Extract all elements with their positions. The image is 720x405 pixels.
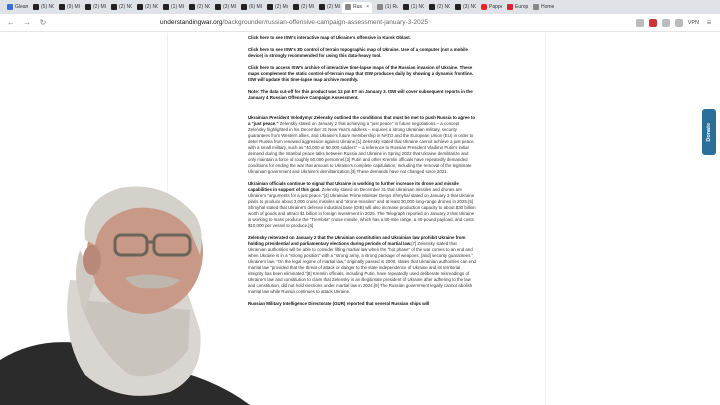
tab-favicon-icon <box>33 4 39 10</box>
tab-label: (2) MU <box>93 4 106 10</box>
paragraph-text: [7] Zelensky stated that Ukrainian autho… <box>248 241 476 294</box>
vpn-button[interactable]: VPN <box>688 20 699 26</box>
browser-tab[interactable]: (2) MU <box>290 2 314 13</box>
tab-label: (3) NO <box>463 4 476 10</box>
tab-label: (2) Mc <box>275 4 288 10</box>
tab-label: (2) MU <box>327 4 340 10</box>
tab-favicon-icon <box>267 4 273 10</box>
menu-icon[interactable]: ≡ <box>704 18 714 27</box>
tab-label: (1) MU <box>171 4 184 10</box>
tab-favicon-icon <box>455 4 461 10</box>
tab-label: (3) MU <box>223 4 236 10</box>
article-body: Click here to see ISW's interactive map … <box>248 33 476 313</box>
tab-label: Pappe <box>489 4 502 10</box>
tab-label: (1) Ru <box>385 4 398 10</box>
browser-tab[interactable]: (2) NO <box>426 2 450 13</box>
extension-icon[interactable] <box>635 18 644 27</box>
browser-tab[interactable]: (2) MU <box>316 2 340 13</box>
tab-label: (9) MI <box>67 4 80 10</box>
link-kursk-map[interactable]: Click here to see ISW's interactive map … <box>248 35 411 40</box>
tab-label: (1) NO <box>411 4 424 10</box>
back-icon[interactable]: ← <box>6 18 16 27</box>
tab-favicon-icon <box>481 4 487 10</box>
tab-favicon-icon <box>293 4 299 10</box>
link-3d-map[interactable]: Click here to see ISW's 3D control of te… <box>248 47 468 58</box>
browser-tab[interactable]: (2) Mc <box>264 2 288 13</box>
paragraph-text: Zelensky stated on December 31 that Ukra… <box>248 187 476 228</box>
tab-label: (5) NO <box>41 4 54 10</box>
tab-favicon-icon <box>85 4 91 10</box>
browser-tab[interactable]: (2) NO <box>134 2 158 13</box>
browser-tab[interactable]: (2) NO <box>108 2 132 13</box>
donate-label: Donate <box>706 122 712 142</box>
tab-label: Home <box>541 4 554 10</box>
tab-label: Europ <box>515 4 528 10</box>
donate-button[interactable]: Donate <box>702 109 716 155</box>
tab-favicon-icon <box>137 4 143 10</box>
browser-tab[interactable]: (5) NO <box>30 2 54 13</box>
tab-favicon-icon <box>377 4 383 10</box>
tab-favicon-icon <box>163 4 169 10</box>
address-bar[interactable]: understandingwar.org/backgrounder/russia… <box>160 19 428 26</box>
browser-tab[interactable]: Rus × <box>342 1 372 13</box>
tab-label: (2) NO <box>119 4 132 10</box>
browser-toolbar: ← → ↻ understandingwar.org/backgrounder/… <box>0 14 720 32</box>
browser-tab[interactable]: (1) Ru <box>374 2 398 13</box>
tab-label: (6) MU <box>249 4 262 10</box>
tab-favicon-icon <box>215 4 221 10</box>
presenter-figure <box>0 186 250 405</box>
divider <box>545 33 546 405</box>
data-cutoff-note: Note: The data cut-off for this product … <box>248 89 473 100</box>
browser-tab[interactable]: Europ <box>504 2 528 13</box>
browser-tab[interactable]: (9) MI <box>56 2 80 13</box>
browser-tab[interactable]: Gleam <box>4 2 28 13</box>
browser-tab[interactable]: (6) MU <box>238 2 262 13</box>
link-timelapse-archive[interactable]: Click here to access ISW's archive of in… <box>248 65 473 82</box>
tab-label: (2) NO <box>437 4 450 10</box>
tab-favicon-icon <box>533 4 539 10</box>
browser-tab-strip: Gleam (5) NO (9) MI (2) MU (2) NO (2) NO (1) M… <box>0 0 720 14</box>
browser-tab[interactable]: (1) MU <box>160 2 184 13</box>
tab-close-icon[interactable]: × <box>366 4 369 10</box>
paragraph: Ukrainian officials continue to signal t… <box>248 181 476 229</box>
browser-tab[interactable]: (2) NO <box>186 2 210 13</box>
tab-label: Gleam <box>15 4 28 10</box>
tab-favicon-icon <box>507 4 513 10</box>
browser-tab[interactable]: Home <box>530 2 554 13</box>
tab-favicon-icon <box>189 4 195 10</box>
tab-favicon-icon <box>429 4 435 10</box>
toolbar-actions: VPN ≡ <box>635 18 714 27</box>
sidebar-icon[interactable] <box>661 18 670 27</box>
tab-favicon-icon <box>345 4 351 10</box>
tab-favicon-icon <box>111 4 117 10</box>
browser-tab[interactable]: (1) NO <box>400 2 424 13</box>
reload-icon[interactable]: ↻ <box>38 18 48 27</box>
shield-icon[interactable] <box>648 18 657 27</box>
tab-favicon-icon <box>7 4 13 10</box>
paragraph: Russian Military Intelligence Directorat… <box>248 301 476 307</box>
tab-favicon-icon <box>59 4 65 10</box>
paragraph-text: Zelensky stated on January 2 that achiev… <box>248 121 474 174</box>
browser-tab[interactable]: Pappe <box>478 2 502 13</box>
tab-favicon-icon <box>241 4 247 10</box>
browser-tab[interactable]: (2) MU <box>82 2 106 13</box>
browser-tab[interactable]: (3) NO <box>452 2 476 13</box>
webcam-overlay <box>0 160 280 405</box>
tab-favicon-icon <box>319 4 325 10</box>
paragraph: Zelensky reiterated on January 2 that th… <box>248 235 476 295</box>
browser-tab[interactable]: (3) MU <box>212 2 236 13</box>
url-path: /backgrounder/russian-offensive-campaign… <box>222 19 428 26</box>
url-host: understandingwar.org <box>160 19 223 26</box>
tab-label: (2) NO <box>145 4 158 10</box>
paragraph: Ukrainian President Volodymyr Zelensky o… <box>248 115 476 175</box>
tab-label: (2) NO <box>197 4 210 10</box>
forward-icon[interactable]: → <box>22 18 32 27</box>
wallet-icon[interactable] <box>674 18 683 27</box>
tab-label: Rus <box>353 4 362 10</box>
tab-favicon-icon <box>403 4 409 10</box>
tab-label: (2) MU <box>301 4 314 10</box>
